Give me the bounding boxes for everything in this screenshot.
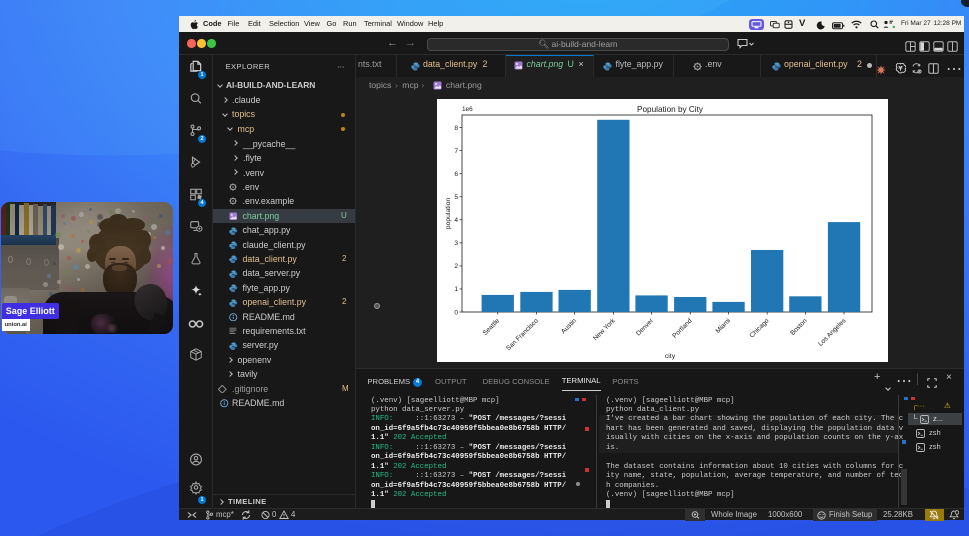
svg-text:1: 1 <box>454 286 458 293</box>
svg-text:5: 5 <box>454 194 458 201</box>
svg-text:3: 3 <box>454 240 458 247</box>
svg-text:8: 8 <box>454 125 458 132</box>
svg-text:7: 7 <box>454 148 458 155</box>
svg-text:0: 0 <box>454 309 458 316</box>
svg-text:1e6: 1e6 <box>462 106 473 113</box>
svg-text:city: city <box>665 353 676 360</box>
svg-text:population: population <box>445 198 452 230</box>
svg-text:Population by City: Population by City <box>637 105 704 114</box>
svg-text:6: 6 <box>454 171 458 178</box>
svg-text:4: 4 <box>454 217 458 224</box>
svg-text:2: 2 <box>454 263 458 270</box>
